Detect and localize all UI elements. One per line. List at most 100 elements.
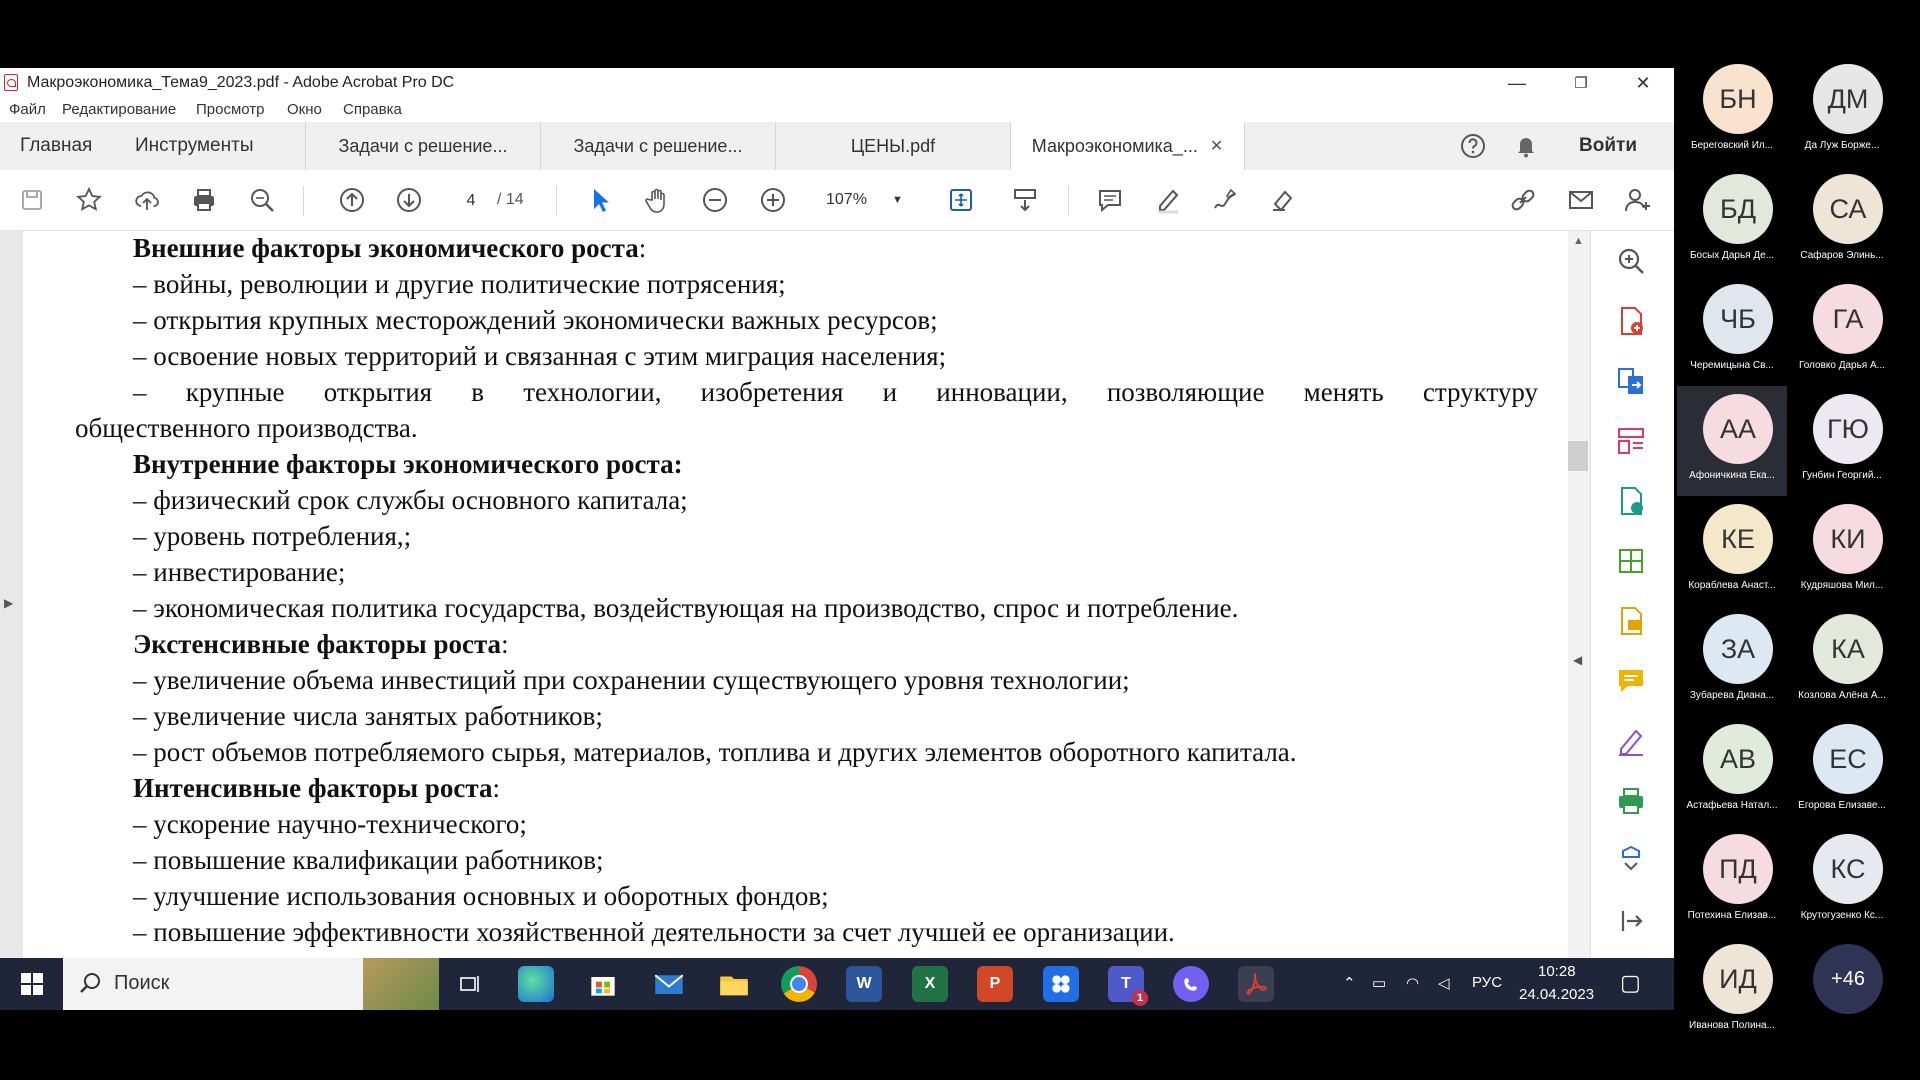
email-icon[interactable]: [1563, 182, 1599, 218]
save-icon[interactable]: [14, 182, 50, 218]
print-production-icon[interactable]: [1611, 781, 1651, 821]
draw-icon[interactable]: [1207, 182, 1243, 218]
volume-icon[interactable]: ◁: [1438, 974, 1450, 992]
comment-tool-icon[interactable]: [1611, 661, 1651, 701]
windows-start-icon[interactable]: [14, 966, 50, 1002]
teams-icon[interactable]: T 1: [1108, 966, 1148, 1006]
bell-icon[interactable]: [1508, 128, 1544, 164]
viber-icon[interactable]: [1173, 966, 1209, 1002]
zoom-out-icon[interactable]: [697, 182, 733, 218]
participant-tile[interactable]: КА Козлова Алёна А...: [1787, 606, 1897, 716]
wifi-icon[interactable]: ◠: [1406, 974, 1419, 992]
participant-tile[interactable]: АВ Астафьева Натал...: [1677, 716, 1787, 826]
highlight-pen-icon[interactable]: [1150, 182, 1186, 218]
participant-tile[interactable]: ГА Головко Дарья А...: [1787, 276, 1897, 386]
share-link-icon[interactable]: [1505, 182, 1541, 218]
participant-tile[interactable]: ЗА Зубарева Диана...: [1677, 606, 1787, 716]
fit-page-icon[interactable]: [937, 182, 985, 218]
participant-tile[interactable]: КЕ Кораблева Анаст...: [1677, 496, 1787, 606]
doc-tab[interactable]: Задачи с решение...: [540, 122, 775, 170]
menu-file[interactable]: Файл: [9, 101, 46, 118]
organize-pages-icon[interactable]: [1611, 421, 1651, 461]
participant-tile[interactable]: ЕС Егорова Елизаве...: [1787, 716, 1897, 826]
zoom-in-icon[interactable]: [755, 182, 791, 218]
fill-sign-icon[interactable]: [1611, 721, 1651, 761]
battery-icon[interactable]: ▭: [1372, 974, 1386, 992]
more-participants[interactable]: +46: [1787, 936, 1897, 1046]
edge-icon[interactable]: [518, 966, 554, 1002]
language-indicator[interactable]: РУС: [1472, 974, 1502, 991]
comment-icon[interactable]: [1092, 182, 1128, 218]
scrollbar-thumb[interactable]: [1568, 441, 1588, 471]
show-hidden-icons-icon[interactable]: ⌃: [1343, 974, 1356, 992]
upload-cloud-icon[interactable]: [129, 182, 165, 218]
compress-pdf-icon[interactable]: [1611, 541, 1651, 581]
scroll-up-icon[interactable]: ▲: [1573, 235, 1584, 247]
clock-date[interactable]: 24.04.2023: [1519, 986, 1594, 1003]
doc-tab-active[interactable]: Макроэкономика_... ✕: [1010, 122, 1245, 170]
participant-tile[interactable]: КИ Кудряшова Мил...: [1787, 496, 1897, 606]
tab-tools[interactable]: Инструменты: [135, 122, 253, 170]
sign-in-button[interactable]: Войти: [1579, 122, 1637, 170]
participant-tile[interactable]: БД Босых Дарья Де...: [1677, 166, 1787, 276]
page-down-icon[interactable]: [391, 182, 427, 218]
participant-tile[interactable]: ЧБ Черемицына Св...: [1677, 276, 1787, 386]
excel-icon[interactable]: X: [912, 966, 948, 1002]
expand-pane-icon[interactable]: [1611, 901, 1651, 941]
add-user-icon[interactable]: [1620, 182, 1656, 218]
close-button[interactable]: ✕: [1614, 68, 1672, 98]
notifications-icon[interactable]: ▢: [1620, 970, 1641, 996]
task-view-icon[interactable]: [452, 966, 488, 1002]
print-icon[interactable]: [186, 182, 222, 218]
clock-time[interactable]: 10:28: [1538, 963, 1576, 980]
menu-help[interactable]: Справка: [343, 101, 402, 118]
stamp-icon[interactable]: [1265, 182, 1301, 218]
powerpoint-icon[interactable]: P: [977, 966, 1013, 1002]
chrome-icon[interactable]: [781, 966, 817, 1002]
search-icon[interactable]: [244, 182, 280, 218]
participant-tile[interactable]: АА Афоничкина Ека...: [1677, 386, 1787, 496]
acrobat-icon[interactable]: [1238, 966, 1274, 1002]
page-number-input[interactable]: 4: [448, 185, 494, 217]
zoom-level-select[interactable]: 107% ▼: [812, 185, 908, 215]
participant-tile[interactable]: ИД Иванова Полина...: [1677, 936, 1787, 1046]
menu-edit[interactable]: Редактирование: [62, 101, 176, 118]
left-panel-toggle-icon[interactable]: ▶: [4, 596, 13, 610]
minimize-button[interactable]: —: [1488, 68, 1546, 98]
word-icon[interactable]: W: [846, 966, 882, 1002]
edit-pdf-icon[interactable]: [1611, 481, 1651, 521]
bookmark-star-icon[interactable]: [71, 182, 107, 218]
menu-window[interactable]: Окно: [287, 101, 322, 118]
document-viewport[interactable]: ▶ Внешние факторы экономического роста: –…: [0, 231, 1590, 1009]
participant-tile[interactable]: ГЮ Гунбин Георгий...: [1787, 386, 1897, 496]
help-icon[interactable]: [1455, 128, 1491, 164]
scroll-mode-icon[interactable]: [1007, 182, 1043, 218]
taskbar-search-box[interactable]: Поиск: [63, 958, 439, 1010]
avatar: КА: [1813, 614, 1883, 684]
restore-button[interactable]: ❐: [1552, 68, 1610, 98]
collapse-pane-icon[interactable]: ◀: [1573, 653, 1582, 667]
combine-files-icon[interactable]: [1611, 601, 1651, 641]
zoom-search-icon[interactable]: [1611, 241, 1651, 281]
create-pdf-icon[interactable]: [1611, 301, 1651, 341]
participant-tile[interactable]: СА Сафаров Элинь...: [1787, 166, 1897, 276]
participant-tile[interactable]: ПД Потехина Елизав...: [1677, 826, 1787, 936]
mail-icon[interactable]: [651, 966, 687, 1002]
zoom-app-icon[interactable]: [1043, 966, 1079, 1002]
participant-tile[interactable]: ДМ Да Луж Борже...: [1787, 56, 1897, 166]
participant-tile[interactable]: БН Береговский Ил...: [1677, 56, 1787, 166]
hand-tool-icon[interactable]: [639, 182, 675, 218]
menu-view[interactable]: Просмотр: [196, 101, 265, 118]
export-pdf-icon[interactable]: [1611, 361, 1651, 401]
page-up-icon[interactable]: [334, 182, 370, 218]
vertical-scrollbar[interactable]: ▲ ▼: [1568, 231, 1590, 1009]
participant-tile[interactable]: КС Крутогузенко Кс...: [1787, 826, 1897, 936]
select-cursor-icon[interactable]: [582, 182, 618, 218]
doc-tab[interactable]: ЦЕНЫ.pdf: [775, 122, 1010, 170]
file-explorer-icon[interactable]: [716, 966, 752, 1002]
close-tab-icon[interactable]: ✕: [1210, 136, 1223, 156]
store-icon[interactable]: [585, 966, 621, 1002]
more-tools-icon[interactable]: [1611, 839, 1651, 879]
tab-home[interactable]: Главная: [20, 122, 92, 170]
doc-tab[interactable]: Задачи с решение...: [305, 122, 540, 170]
